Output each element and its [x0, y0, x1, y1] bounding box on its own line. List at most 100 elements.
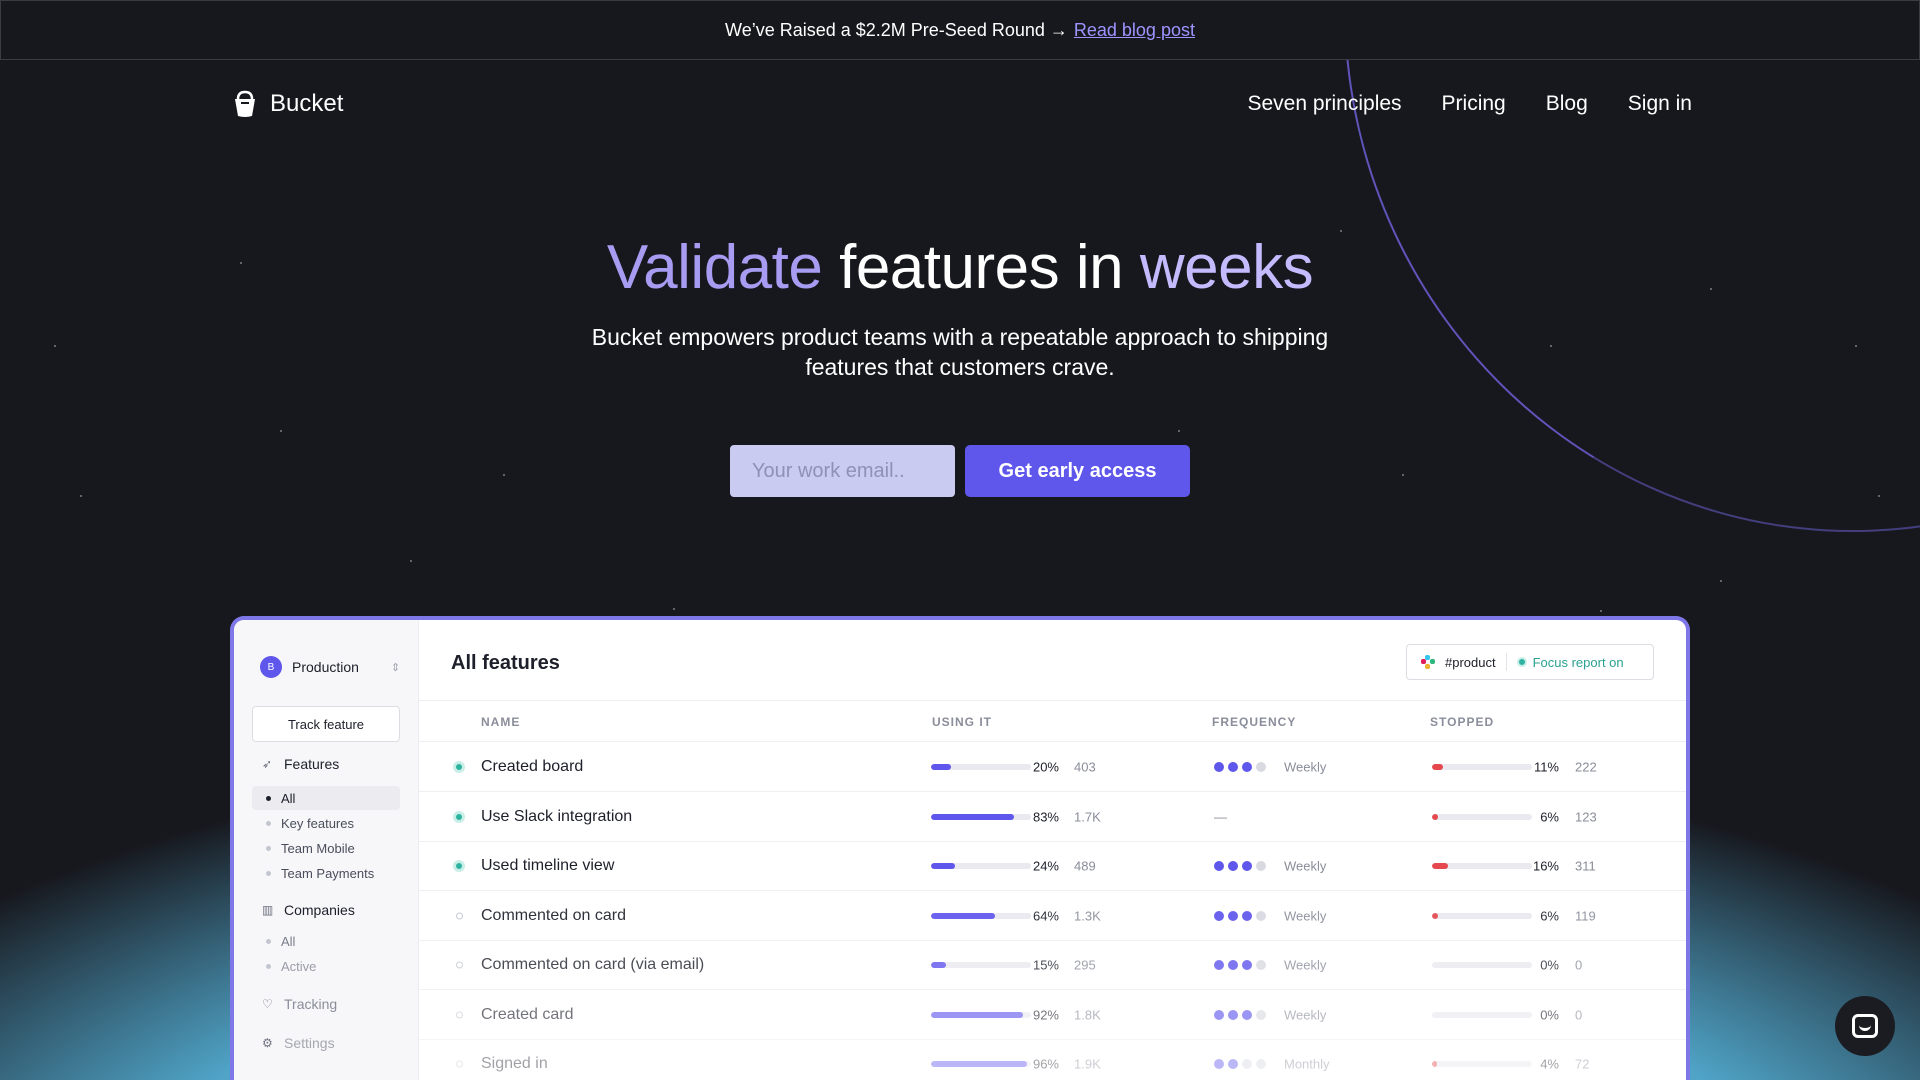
track-feature-button[interactable]: Track feature [252, 706, 400, 742]
frequency-label: — [1214, 809, 1227, 824]
stopped-percent: 0% [1540, 957, 1559, 973]
frequency-dots [1214, 910, 1266, 921]
using-it-count: 1.8K [1074, 1007, 1101, 1022]
frequency-dot [1228, 960, 1238, 970]
table-row[interactable]: Commented on card (via email) 15% 295 We… [419, 941, 1686, 990]
work-email-input[interactable] [730, 445, 955, 497]
feature-name: Used timeline view [481, 857, 615, 874]
environment-avatar: B [260, 656, 282, 678]
sidebar-item-key-features[interactable]: Key features [252, 811, 400, 835]
announcement-bar: We’ve Raised a $2.2M Pre-Seed Round → Re… [0, 0, 1920, 60]
chat-widget-button[interactable] [1835, 996, 1895, 1056]
bucket-icon [235, 90, 255, 117]
using-it-count: 489 [1074, 858, 1096, 874]
slack-icon [1421, 655, 1435, 669]
sidebar-item-label: All [281, 790, 296, 806]
frequency-dot [1256, 861, 1266, 871]
table-row[interactable]: Used timeline view 24% 489 Weekly 16% 31… [419, 842, 1686, 891]
using-it-percent: 15% [1032, 957, 1059, 973]
star [280, 430, 282, 432]
feature-name: Commented on card (via email) [481, 956, 705, 973]
table-row[interactable]: Commented on card 64% 1.3K Weekly 6% 119 [419, 892, 1686, 941]
table-row[interactable]: Created board 20% 403 Weekly 11% 222 [419, 743, 1686, 792]
app-sidebar: B Production ⇕ Track feature ➶ Features … [234, 620, 419, 1080]
bullet-icon [266, 938, 271, 944]
page-title: All features [451, 652, 560, 674]
focus-report-toggle[interactable]: Focus report on [1516, 655, 1624, 670]
frequency-label: Weekly [1284, 1007, 1327, 1022]
using-it-percent: 20% [1032, 759, 1059, 775]
frequency-dot [1214, 910, 1224, 921]
stopped-count: 119 [1575, 908, 1596, 923]
star [54, 345, 56, 347]
sidebar-item-team-payments[interactable]: Team Payments [252, 861, 400, 885]
feature-status-icon [456, 1011, 463, 1018]
frequency-dots [1214, 762, 1266, 772]
column-frequency[interactable]: FREQUENCY [1212, 715, 1296, 729]
frequency-dot [1228, 861, 1238, 871]
star [1720, 580, 1722, 582]
bullet-icon [266, 820, 271, 826]
column-stopped[interactable]: STOPPED [1430, 715, 1494, 729]
feature-name: Signed in [481, 1055, 548, 1072]
frequency-label: Weekly [1284, 858, 1327, 874]
slack-report-control[interactable]: #product Focus report on [1406, 644, 1654, 680]
stopped-percent: 0% [1540, 1007, 1559, 1022]
nav-blog[interactable]: Blog [1546, 92, 1588, 116]
table-row[interactable]: Created card 92% 1.8K Weekly 0% 0 [419, 991, 1686, 1040]
frequency-dot [1214, 1059, 1224, 1069]
hero-subtitle: Bucket empowers product teams with a rep… [591, 324, 1329, 380]
sidebar-section-settings[interactable]: ⚙ Settings [262, 1035, 335, 1051]
get-early-access-button[interactable]: Get early access [965, 445, 1190, 497]
feature-status-icon [456, 961, 463, 969]
column-name[interactable]: NAME [481, 715, 520, 729]
hero-title-part3: weeks [1139, 233, 1314, 302]
settings-label: Settings [284, 1035, 335, 1051]
feature-status-icon [456, 912, 463, 919]
frequency-label: Monthly [1284, 1056, 1330, 1072]
announcement-text: We’ve Raised a $2.2M Pre-Seed Round → [725, 19, 1068, 40]
frequency-dots [1214, 1059, 1266, 1069]
brand-logo[interactable]: Bucket [232, 90, 343, 118]
hero-title: Validate features in weeks [0, 232, 1920, 303]
heart-icon: ♡ [262, 996, 273, 1011]
nav-pricing[interactable]: Pricing [1442, 92, 1506, 116]
sidebar-item-team-mobile[interactable]: Team Mobile [252, 836, 400, 860]
using-it-percent: 92% [1032, 1007, 1059, 1022]
sidebar-section-features[interactable]: ➶ Features [262, 756, 339, 772]
sidebar-item-companies-all[interactable]: All [252, 929, 400, 953]
hero-title-part1: Validate [606, 233, 823, 302]
frequency-label: Weekly [1284, 957, 1327, 973]
frequency-label: Weekly [1284, 908, 1327, 923]
table-header: NAME USING IT FREQUENCY STOPPED [419, 700, 1686, 742]
frequency-label: Weekly [1284, 759, 1327, 775]
frequency-dot [1256, 1059, 1266, 1069]
sidebar-item-companies-active[interactable]: Active [252, 954, 400, 978]
table-row[interactable]: Use Slack integration 83% 1.7K — 6% 123 [419, 793, 1686, 842]
column-using-it[interactable]: USING IT [932, 715, 992, 729]
star [673, 608, 675, 610]
sidebar-section-tracking[interactable]: ♡ Tracking [262, 996, 337, 1012]
nav-sign-in[interactable]: Sign in [1628, 92, 1692, 116]
frequency-dot [1256, 1009, 1266, 1020]
app-main: All features #product Focus report on NA… [419, 620, 1686, 1080]
frequency-dot [1214, 762, 1224, 772]
frequency-dot [1214, 960, 1224, 970]
frequency-dot [1242, 910, 1252, 921]
environment-selector[interactable]: B Production ⇕ [260, 656, 400, 678]
sidebar-item-features-all[interactable]: All [252, 786, 400, 810]
frequency-dot [1214, 1009, 1224, 1020]
sidebar-item-label: Active [281, 958, 317, 974]
nav-seven-principles[interactable]: Seven principles [1247, 92, 1401, 116]
frequency-dots [1214, 1009, 1266, 1020]
using-it-count: 295 [1074, 957, 1096, 973]
star [1402, 474, 1404, 476]
read-blog-post-link[interactable]: Read blog post [1074, 20, 1195, 41]
frequency-dot [1256, 910, 1266, 921]
hero-title-part2: features in [839, 233, 1124, 302]
table-row[interactable]: Signed in 96% 1.9K Monthly 4% 72 [419, 1040, 1686, 1080]
sidebar-section-companies[interactable]: ▥ Companies [262, 902, 355, 918]
star [410, 560, 412, 562]
frequency-dot [1256, 762, 1266, 772]
stopped-count: 72 [1575, 1056, 1590, 1072]
